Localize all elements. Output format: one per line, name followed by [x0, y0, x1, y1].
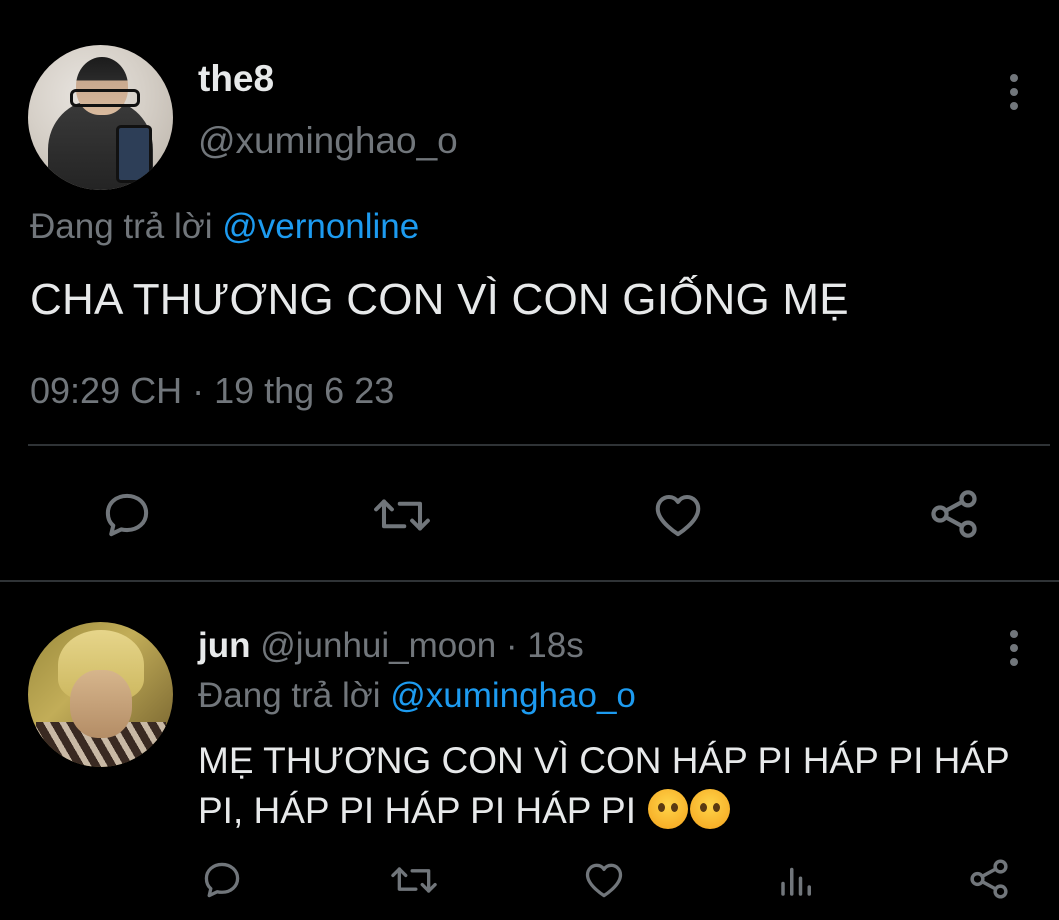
reply-icon[interactable]	[200, 858, 244, 902]
reply-text-block: MẸ THƯƠNG CON VÌ CON HÁP PI HÁP PI HÁP P…	[198, 736, 1028, 836]
avatar[interactable]	[28, 45, 173, 190]
heart-icon[interactable]	[650, 488, 706, 542]
heart-icon[interactable]	[582, 858, 626, 902]
tweet-text: MẸ THƯƠNG CON VÌ CON HÁP PI HÁP PI HÁP P…	[198, 740, 1010, 831]
divider	[28, 444, 1050, 446]
replying-to: Đang trả lời @vernonline	[30, 207, 419, 247]
more-vertical-icon[interactable]	[1010, 74, 1018, 116]
replying-to: Đang trả lời @xuminghao_o	[198, 676, 636, 716]
pleading-face-icon	[690, 789, 731, 829]
views-icon[interactable]	[776, 858, 818, 902]
avatar-face	[70, 670, 132, 738]
divider	[0, 580, 1059, 582]
pleading-face-icon	[648, 789, 689, 829]
tweet-text: CHA THƯƠNG CON VÌ CON GIỐNG MẸ	[30, 275, 849, 324]
user-handle[interactable]: @xuminghao_o	[198, 120, 458, 162]
replying-to-mention[interactable]: @vernonline	[222, 207, 419, 246]
share-icon[interactable]	[926, 486, 982, 542]
reply-icon[interactable]	[100, 488, 154, 542]
retweet-icon[interactable]	[370, 488, 434, 542]
display-name[interactable]: the8	[198, 58, 274, 100]
replying-to-label: Đang trả lời	[30, 207, 223, 246]
avatar[interactable]	[28, 622, 173, 767]
tweet-detail-page: the8 @xuminghao_o Đang trả lời @vernonli…	[0, 0, 1059, 920]
avatar-glasses	[70, 89, 140, 107]
tweet-age: · 18s	[505, 626, 584, 665]
avatar-phone	[116, 125, 152, 183]
replying-to-label: Đang trả lời	[198, 676, 391, 715]
replying-to-mention[interactable]: @xuminghao_o	[390, 676, 636, 715]
display-name[interactable]: jun	[198, 626, 250, 665]
more-vertical-icon[interactable]	[1010, 630, 1018, 672]
tweet-timestamp[interactable]: 09:29 CH · 19 thg 6 23	[30, 370, 394, 412]
retweet-icon[interactable]	[388, 858, 440, 902]
share-icon[interactable]	[966, 856, 1012, 902]
reply-header: jun @junhui_moon · 18s	[198, 626, 584, 666]
user-handle[interactable]: @junhui_moon	[260, 626, 496, 665]
